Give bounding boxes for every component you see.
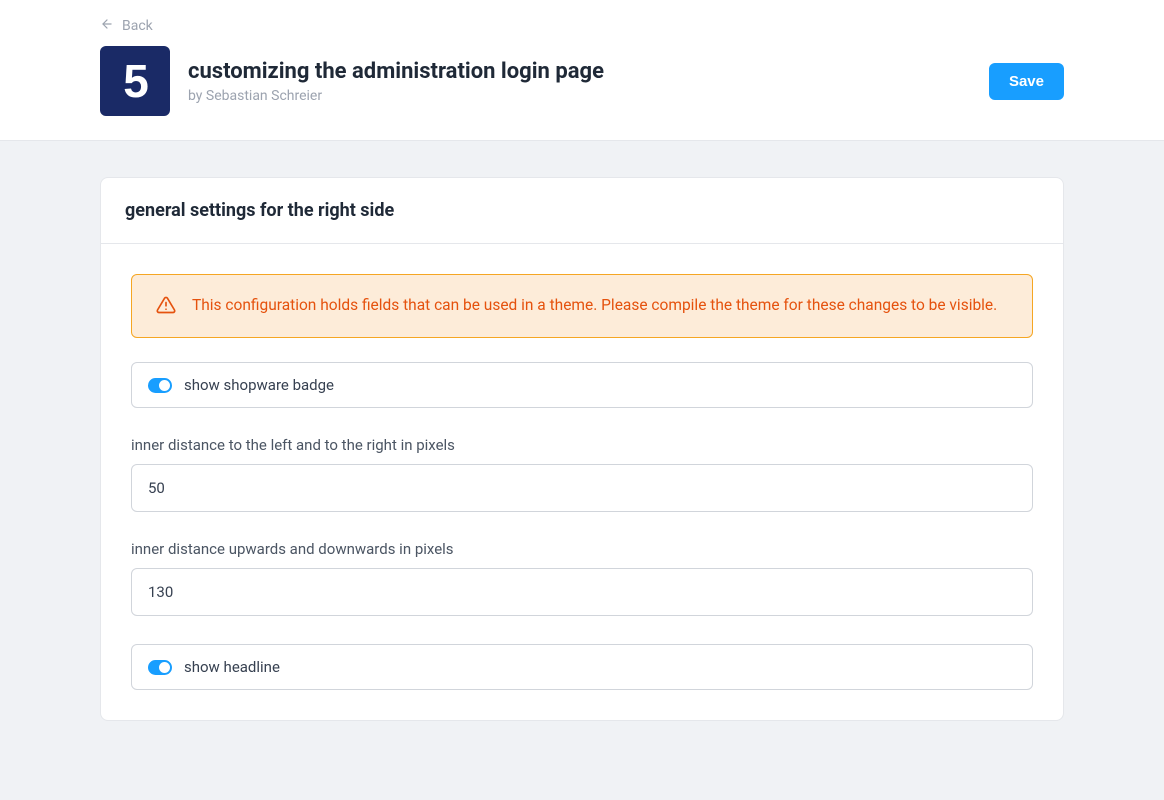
alert-text: This configuration holds fields that can…	[192, 293, 997, 319]
page-header: Back 5 customizing the administration lo…	[0, 0, 1164, 141]
page-title: customizing the administration login pag…	[188, 59, 604, 84]
inner-distance-vertical-input[interactable]	[131, 568, 1033, 616]
save-button[interactable]: Save	[989, 63, 1064, 100]
inner-distance-horizontal-label: inner distance to the left and to the ri…	[131, 436, 1033, 454]
app-icon: 5	[100, 46, 170, 116]
app-icon-letter: 5	[123, 54, 147, 108]
show-shopware-badge-label: show shopware badge	[184, 376, 334, 394]
card-header: general settings for the right side	[101, 178, 1063, 244]
show-headline-toggle[interactable]	[148, 660, 172, 675]
back-link[interactable]: Back	[100, 17, 153, 34]
theme-compile-alert: This configuration holds fields that can…	[131, 274, 1033, 338]
back-label: Back	[122, 18, 153, 34]
show-shopware-badge-toggle[interactable]	[148, 378, 172, 393]
card-body: This configuration holds fields that can…	[101, 244, 1063, 720]
inner-distance-vertical-label: inner distance upwards and downwards in …	[131, 540, 1033, 558]
inner-distance-horizontal-field: inner distance to the left and to the ri…	[131, 436, 1033, 512]
content-area: general settings for the right side This…	[0, 141, 1164, 757]
inner-distance-horizontal-input[interactable]	[131, 464, 1033, 512]
arrow-left-icon	[100, 17, 114, 34]
card-title: general settings for the right side	[125, 200, 1039, 221]
show-headline-field: show headline	[131, 644, 1033, 690]
title-block: customizing the administration login pag…	[188, 59, 604, 104]
page-subtitle: by Sebastian Schreier	[188, 88, 604, 104]
header-left: 5 customizing the administration login p…	[100, 46, 604, 116]
settings-card: general settings for the right side This…	[100, 177, 1064, 721]
show-headline-label: show headline	[184, 658, 280, 676]
show-shopware-badge-field: show shopware badge	[131, 362, 1033, 408]
header-main: 5 customizing the administration login p…	[100, 46, 1064, 116]
inner-distance-vertical-field: inner distance upwards and downwards in …	[131, 540, 1033, 616]
warning-icon	[156, 295, 176, 319]
